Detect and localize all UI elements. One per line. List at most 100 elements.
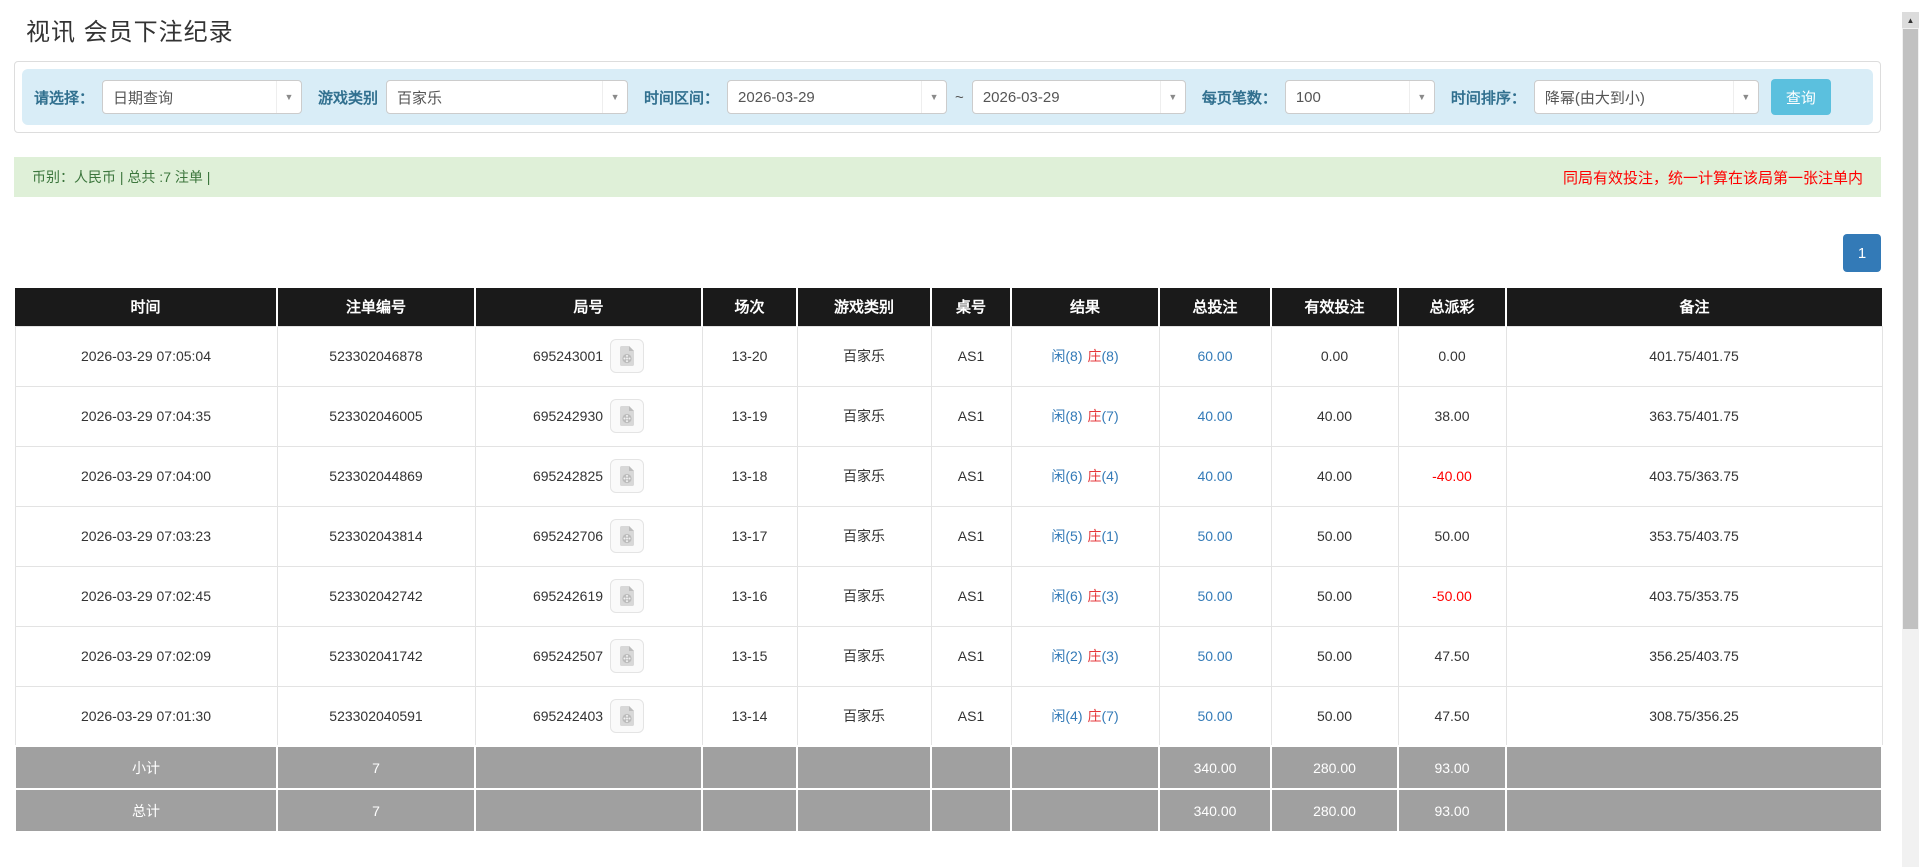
total-row: 总计 7 340.00 280.00 93.00: [14, 788, 1883, 833]
table-header-row: 时间 注单编号 局号 场次 游戏类别 桌号 结果 总投注 有效投注 总派彩 备注: [15, 288, 1882, 326]
round-id: 695242930: [532, 408, 604, 424]
bet-id-cell: 523302040591: [276, 685, 476, 747]
total-bet-cell[interactable]: 50.00: [1158, 625, 1272, 687]
valid-bet-cell: 50.00: [1270, 685, 1399, 747]
column-header: 有效投注: [1271, 288, 1399, 326]
video-replay-icon: [620, 586, 635, 606]
subtotal-row-empty: [1505, 745, 1883, 790]
game-type-cell: 百家乐: [796, 385, 932, 447]
table-row: 2026-03-29 07:03:23 523302043814 695242706…: [14, 505, 1883, 567]
result-cell: 闲(6) 庄(4): [1010, 445, 1160, 507]
round-cell: 695242403: [474, 685, 703, 747]
bet-id-cell: 523302042742: [276, 565, 476, 627]
total-bet-cell[interactable]: 40.00: [1158, 445, 1272, 507]
result-banker: 庄(7): [1087, 408, 1119, 424]
payout-cell: 47.50: [1397, 685, 1507, 747]
table-row: 2026-03-29 07:01:30 523302040591 695242403…: [14, 685, 1883, 747]
time-cell: 2026-03-29 07:01:30: [14, 685, 278, 747]
chevron-down-icon[interactable]: ▼: [602, 81, 627, 113]
total-row-empty: [1010, 788, 1160, 833]
video-replay-icon: [620, 466, 635, 486]
valid-bet-cell: 50.00: [1270, 565, 1399, 627]
valid-bet-cell: 50.00: [1270, 625, 1399, 687]
total-bet-cell[interactable]: 60.00: [1158, 325, 1272, 387]
game-type-label: 游戏类别: [318, 89, 379, 107]
video-replay-icon: [620, 526, 635, 546]
chevron-down-icon[interactable]: ▼: [1159, 81, 1185, 113]
chevron-down-icon[interactable]: ▼: [921, 81, 946, 113]
chevron-down-icon[interactable]: ▼: [1408, 81, 1434, 113]
sort-select[interactable]: 降幂(由大到小) ▼: [1533, 80, 1759, 114]
total-row-empty: [474, 788, 703, 833]
total-bet-cell[interactable]: 50.00: [1158, 505, 1272, 567]
scrollbar-thumb[interactable]: [1903, 29, 1918, 629]
video-replay-button[interactable]: [610, 519, 645, 553]
payout-cell: 0.00: [1397, 325, 1507, 387]
note-cell: 403.75/363.75: [1505, 445, 1883, 507]
table-no-cell: AS1: [930, 625, 1012, 687]
table-no-cell: AS1: [930, 505, 1012, 567]
result-cell: 闲(8) 庄(7): [1010, 385, 1160, 447]
table-no-cell: AS1: [930, 445, 1012, 507]
video-replay-button[interactable]: [610, 698, 645, 733]
column-header: 时间: [15, 288, 278, 326]
total-row-count: 7: [276, 788, 476, 833]
date-from-select[interactable]: 2026-03-29 ▼: [727, 80, 948, 114]
chevron-down-icon[interactable]: ▼: [1732, 81, 1758, 113]
session-cell: 13-20: [701, 325, 798, 387]
result-cell: 闲(4) 庄(7): [1010, 685, 1160, 747]
round-cell: 695243001: [474, 325, 703, 387]
payout-cell: -40.00: [1397, 445, 1507, 507]
game-type-cell: 百家乐: [796, 325, 932, 387]
table-row: 2026-03-29 07:04:35 523302046005 695242930…: [14, 385, 1883, 447]
query-button[interactable]: 查询: [1770, 79, 1831, 115]
total-row-empty: [1505, 788, 1883, 833]
result-cell: 闲(2) 庄(3): [1010, 625, 1160, 687]
total-bet-cell[interactable]: 40.00: [1158, 385, 1272, 447]
page-title: 视讯 会员下注纪录: [26, 19, 234, 46]
column-header: 桌号: [931, 288, 1012, 326]
date-to-value: 2026-03-29: [982, 88, 1060, 106]
subtotal-row-label: 小计: [14, 745, 278, 790]
result-cell: 闲(5) 庄(1): [1010, 505, 1160, 567]
game-type-cell: 百家乐: [796, 625, 932, 687]
round-id: 695243001: [532, 348, 604, 364]
time-cell: 2026-03-29 07:02:09: [14, 625, 278, 687]
column-header: 局号: [475, 288, 703, 326]
session-cell: 13-14: [701, 685, 798, 747]
time-cell: 2026-03-29 07:03:23: [14, 505, 278, 567]
per-page-select[interactable]: 100 ▼: [1284, 80, 1435, 114]
round-cell: 695242825: [474, 445, 703, 507]
chevron-down-icon[interactable]: ▼: [276, 81, 301, 113]
video-replay-button[interactable]: [610, 459, 645, 493]
scrollbar-up-arrow-icon[interactable]: ▲: [1902, 12, 1919, 28]
video-replay-button[interactable]: [610, 579, 645, 613]
summary-bar: 币别：人民币 | 总共 :7 注单 | 同局有效投注，统一计算在该局第一张注单内: [14, 157, 1881, 197]
payout-cell: 38.00: [1397, 385, 1507, 447]
payout-cell: 50.00: [1397, 505, 1507, 567]
page-1-button[interactable]: 1: [1843, 234, 1881, 272]
session-cell: 13-18: [701, 445, 798, 507]
date-to-select[interactable]: 2026-03-29 ▼: [971, 80, 1186, 114]
round-cell: 695242507: [474, 625, 703, 687]
game-type-select[interactable]: 百家乐 ▼: [386, 80, 629, 114]
result-player: 闲(4): [1051, 707, 1083, 724]
query-type-label: 请选择：: [34, 89, 95, 107]
valid-bet-cell: 40.00: [1270, 385, 1399, 447]
query-type-select[interactable]: 日期查询 ▼: [102, 80, 303, 114]
subtotal-row-total-bet: 340.00: [1158, 745, 1272, 790]
round-id: 695242706: [532, 528, 604, 544]
total-row-empty: [701, 788, 798, 833]
total-bet-cell[interactable]: 50.00: [1158, 565, 1272, 627]
video-replay-button[interactable]: [610, 399, 645, 433]
total-bet-cell[interactable]: 50.00: [1158, 685, 1272, 747]
result-banker: 庄(3): [1087, 588, 1119, 604]
total-row-empty: [796, 788, 932, 833]
video-replay-button[interactable]: [610, 339, 645, 373]
vertical-scrollbar[interactable]: ▲: [1902, 12, 1919, 867]
date-from-value: 2026-03-29: [738, 88, 815, 106]
result-banker: 庄(3): [1087, 648, 1119, 664]
subtotal-row-empty: [474, 745, 703, 790]
video-replay-button[interactable]: [610, 639, 645, 673]
column-header: 备注: [1506, 288, 1882, 326]
